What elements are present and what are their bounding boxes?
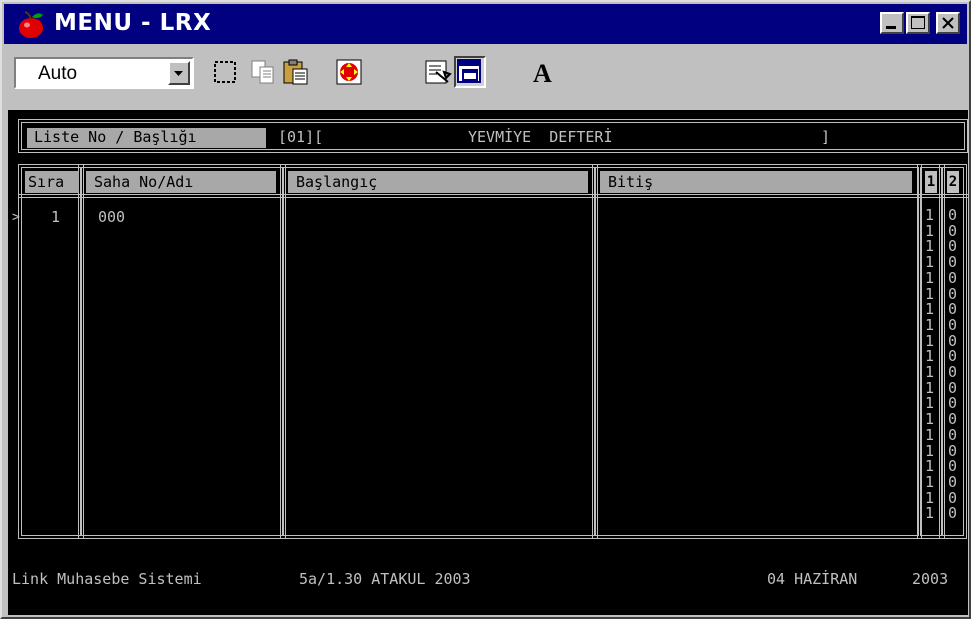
status-app-name: Link Muhasebe Sistemi bbox=[12, 570, 202, 588]
select-icon bbox=[214, 61, 236, 83]
terminal-screen[interactable]: Liste No / Başlığı [01][ YEVMİYE DEFTERİ… bbox=[8, 110, 968, 615]
column-header-flag2: 2 bbox=[947, 171, 959, 193]
chevron-down-icon bbox=[174, 71, 183, 76]
column-header-baslangic: Başlangıç bbox=[288, 171, 588, 193]
window-title: MENU - LRX bbox=[54, 10, 212, 36]
minimize-icon bbox=[886, 26, 896, 29]
list-name: YEVMİYE DEFTERİ bbox=[468, 128, 613, 146]
title-bar[interactable]: MENU - LRX bbox=[4, 4, 967, 44]
background-button[interactable] bbox=[454, 56, 486, 88]
column-frame-bitis bbox=[592, 164, 922, 539]
font-size-combo[interactable]: Auto bbox=[14, 57, 194, 89]
flag-cell: 1 bbox=[925, 504, 935, 523]
flag-cell: 0 bbox=[948, 504, 958, 523]
fullscreen-button[interactable] bbox=[333, 56, 365, 88]
column-header-flag1: 1 bbox=[925, 171, 937, 193]
background-icon bbox=[457, 59, 481, 83]
app-window: MENU - LRX Auto A Liste No / Başlığı [01… bbox=[0, 0, 971, 619]
maximize-icon bbox=[911, 16, 925, 29]
minimize-button[interactable] bbox=[880, 12, 904, 34]
paste-button[interactable] bbox=[280, 56, 312, 88]
list-title-label: Liste No / Başlığı bbox=[34, 128, 197, 146]
properties-icon bbox=[425, 60, 452, 84]
close-button[interactable] bbox=[936, 12, 960, 34]
status-version: 5a/1.30 ATAKUL 2003 bbox=[299, 570, 471, 588]
font-size-value: Auto bbox=[38, 63, 78, 84]
status-date: 04 HAZİRAN bbox=[767, 570, 858, 588]
font-icon: A bbox=[533, 59, 552, 86]
list-number: [01][ bbox=[278, 128, 324, 146]
column-header-bitis: Bitiş bbox=[600, 171, 912, 193]
column-header-saha: Saha No/Adı bbox=[86, 171, 276, 193]
row-cursor: > bbox=[12, 210, 20, 225]
paste-icon bbox=[283, 59, 308, 85]
flag-column-2: 00000000000000000000 bbox=[948, 207, 960, 523]
header-separator bbox=[18, 194, 968, 198]
row-sira[interactable]: 1 bbox=[51, 208, 60, 226]
status-year: 2003 bbox=[912, 570, 949, 588]
column-header-sira: Sıra bbox=[25, 171, 79, 193]
copy-icon bbox=[251, 60, 274, 84]
maximize-button[interactable] bbox=[906, 12, 930, 34]
combo-dropdown-button[interactable] bbox=[168, 61, 190, 85]
select-button[interactable] bbox=[209, 56, 241, 88]
font-button[interactable]: A bbox=[527, 56, 559, 88]
copy-button[interactable] bbox=[247, 56, 279, 88]
app-apple-icon bbox=[19, 11, 43, 38]
fullscreen-icon bbox=[336, 59, 362, 85]
close-icon bbox=[942, 17, 954, 29]
flag-column-1: 11111111111111111111 bbox=[925, 207, 937, 523]
column-frame-baslangic bbox=[280, 164, 598, 539]
toolbar: Auto A bbox=[4, 46, 967, 108]
list-name-close: ] bbox=[821, 128, 831, 146]
properties-button[interactable] bbox=[422, 56, 454, 88]
row-saha[interactable]: 000 bbox=[98, 208, 125, 226]
svg-text:A: A bbox=[533, 59, 552, 86]
